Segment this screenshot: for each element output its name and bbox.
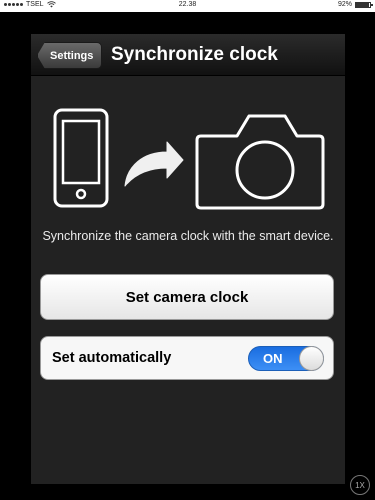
battery-icon [355,1,373,8]
set-camera-clock-button[interactable]: Set camera clock [40,274,334,320]
camera-icon [195,114,325,210]
status-bar: TSEL 22.38 92% [0,0,375,12]
set-automatically-label: Set automatically [52,350,172,366]
sync-description: Synchronize the camera clock with the sm… [42,229,334,243]
zoom-level-badge[interactable]: 1X [350,475,370,495]
status-time: 22.38 [178,1,197,8]
toggle-knob [299,346,324,371]
curved-arrow-right-icon [124,141,184,187]
battery-percentage: 92% [337,1,352,8]
set-automatically-row: Set automatically ON [40,336,334,380]
navigation-bar: Settings Synchronize clock [31,34,345,76]
set-automatically-toggle[interactable]: ON [248,346,324,371]
page-title: Synchronize clock [111,44,278,65]
sync-illustration [53,108,325,210]
status-right: 92% [337,1,373,8]
toggle-on-label: ON [263,351,283,366]
app-frame: Settings Synchronize clock Synchronize t… [31,34,345,484]
settings-back-button[interactable]: Settings [37,42,103,69]
smartphone-icon [53,108,109,208]
